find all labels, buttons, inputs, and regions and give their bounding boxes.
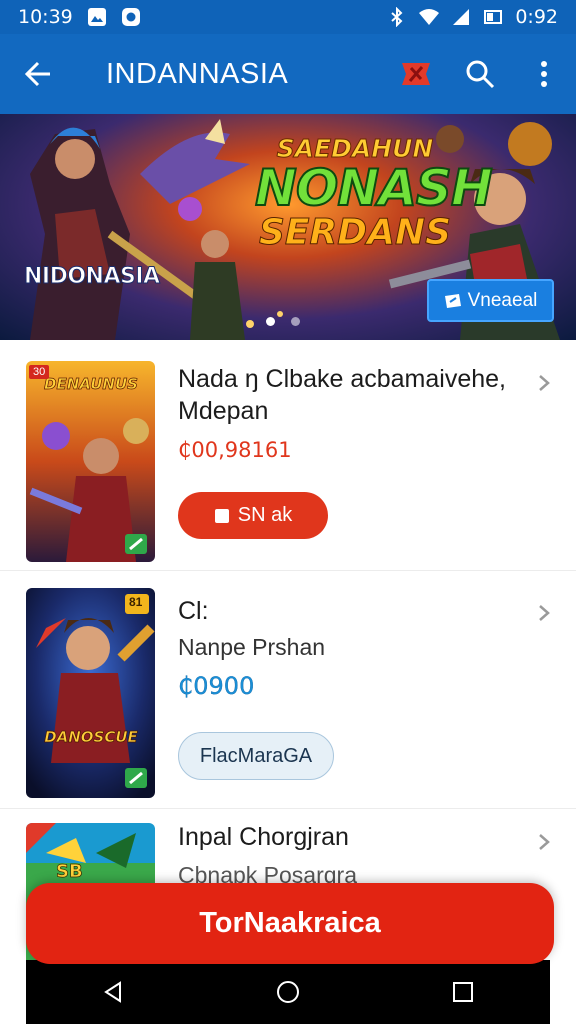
search-icon: [466, 60, 495, 89]
carousel-indicator: [266, 317, 300, 326]
item-thumbnail: DENAUNUS 30: [26, 361, 155, 562]
ticket-icon: [444, 293, 461, 308]
promo-banner[interactable]: SAEDAHUN NONASH SERDANS NIDONASIA Vneaea…: [0, 114, 576, 340]
item-price: ₵00,98161: [178, 438, 292, 462]
square-recents-icon: [452, 982, 473, 1002]
status-bar: 10:39 0:92: [0, 0, 576, 34]
thumb-badge: 81: [129, 595, 143, 609]
list-item[interactable]: DENAUNUS 30 Nada ŋ Clbake acbamaivehe, M…: [0, 340, 576, 570]
thumb-title: SB: [56, 861, 83, 883]
banner-view-button[interactable]: Vneaeal: [427, 279, 554, 322]
item-thumbnail: DANOSCUE 81: [26, 588, 155, 798]
signal-icon: [453, 9, 470, 25]
item-title: Inpal Chorgjran: [178, 823, 349, 851]
photo-notification-icon: [87, 8, 106, 26]
banner-view-label: Vneaeal: [467, 289, 538, 311]
more-vert-icon: [541, 61, 547, 87]
card-icon: [214, 508, 229, 523]
banner-title-top: SAEDAHUN: [276, 134, 434, 163]
thumb-title: DENAUNUS: [44, 375, 139, 394]
list-item[interactable]: DANOSCUE 81 Cl: Nanpe Prshan ₵0900 FlacM…: [0, 570, 576, 808]
item-title: Cl:: [178, 597, 209, 625]
circle-home-icon: [276, 981, 299, 1003]
banner-title-bottom: SERDANS: [258, 212, 452, 253]
chevron-right-icon: [539, 834, 550, 850]
cta-label: TorNaakraica: [199, 907, 381, 939]
item-title: Nada ŋ Clbake acbamaivehe, Mdepan: [178, 365, 506, 425]
status-time: 10:39: [18, 6, 73, 28]
overflow-menu-button[interactable]: [512, 34, 576, 114]
banner-logo: NIDONASIA: [24, 264, 161, 290]
page-title: INDANNASIA: [106, 57, 289, 90]
item-price: ₵0900: [178, 672, 255, 700]
nav-recents-button[interactable]: [433, 962, 493, 1022]
carousel-dot[interactable]: [266, 317, 275, 326]
nav-back-button[interactable]: [83, 962, 143, 1022]
arrow-back-icon: [24, 61, 50, 87]
item-action-button[interactable]: SN ak: [178, 492, 328, 539]
item-subtitle: Nanpe Prshan: [178, 634, 326, 660]
triangle-back-icon: [104, 981, 122, 1003]
promo-button[interactable]: [384, 34, 448, 114]
item-action-button[interactable]: FlacMaraGA: [178, 732, 334, 780]
search-button[interactable]: [448, 34, 512, 114]
chevron-right-icon: [539, 375, 550, 391]
banner-title: SAEDAHUN NONASH SERDANS: [254, 134, 494, 253]
system-nav-bar: [26, 960, 550, 1024]
banner-title-main: NONASH: [254, 159, 494, 217]
promo-badge-icon: [402, 63, 430, 85]
bluetooth-icon: [391, 7, 403, 27]
app-bar: INDANNASIA: [0, 34, 576, 114]
thumb-title: DANOSCUE: [44, 728, 138, 747]
wifi-icon: [419, 9, 440, 25]
carousel-dot[interactable]: [291, 317, 300, 326]
nav-home-button[interactable]: [258, 962, 318, 1022]
thumb-badge: 30: [29, 365, 50, 379]
battery-time: 0:92: [515, 6, 558, 28]
back-button[interactable]: [0, 34, 76, 114]
camera-notification-icon: [121, 8, 140, 26]
item-action-label: SN ak: [237, 504, 293, 526]
item-action-label: FlacMaraGA: [199, 744, 313, 767]
battery-icon: [484, 10, 503, 24]
chevron-right-icon: [539, 605, 550, 621]
primary-cta-button[interactable]: TorNaakraica: [26, 883, 554, 964]
